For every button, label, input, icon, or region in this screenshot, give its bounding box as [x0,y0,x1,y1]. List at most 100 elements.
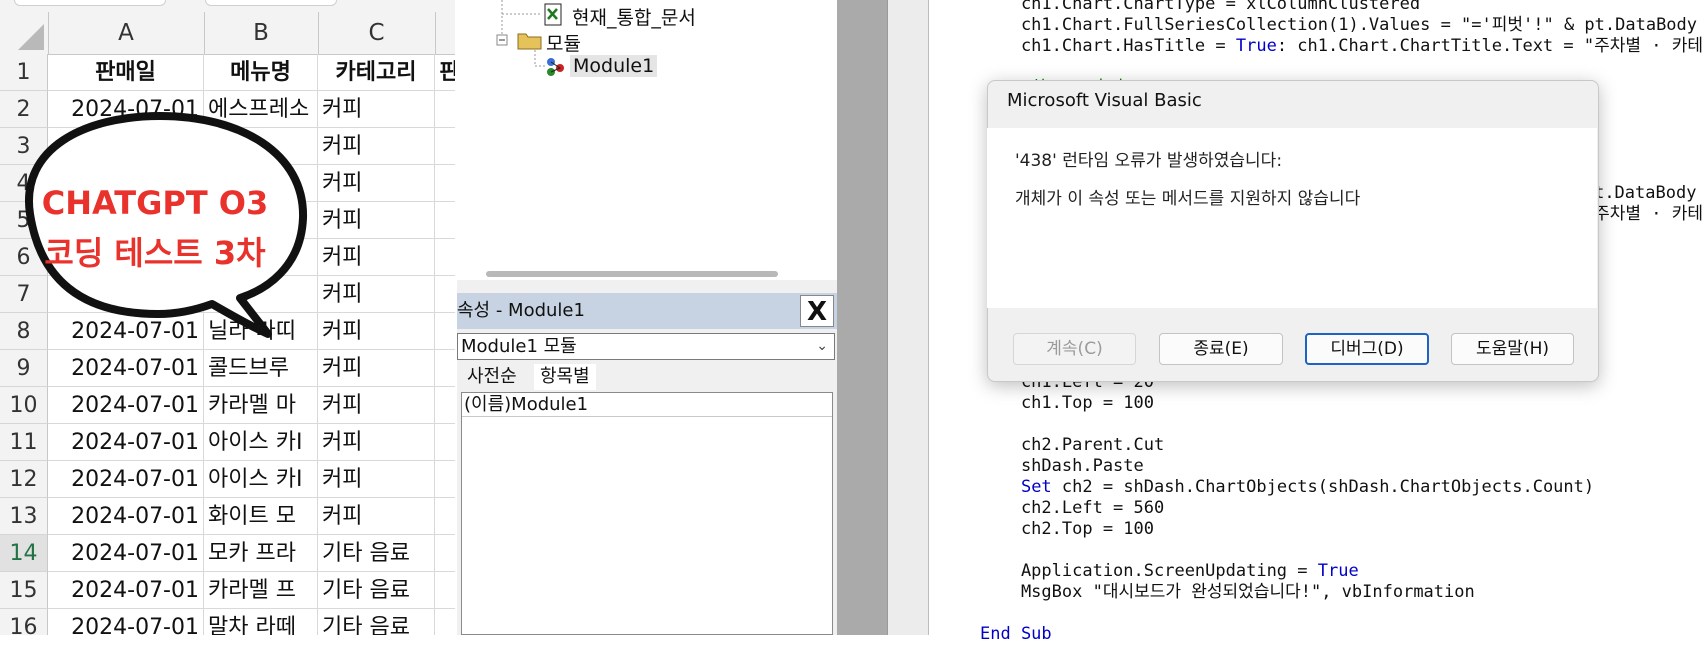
property-name: (이름) [464,394,512,415]
header-cell[interactable]: 카테고리 [318,54,435,91]
code-line[interactable]: ch2.Top = 100 [980,519,1154,540]
table-cell[interactable]: 2024-07-01 [48,609,204,635]
table-cell[interactable] [435,609,455,635]
panel-splitter[interactable] [457,280,837,294]
table-cell[interactable]: 기타 음료 [318,572,435,609]
table-cell[interactable]: 커피 [318,424,435,461]
table-cell[interactable]: 2024-07-01 [48,350,204,387]
table-cell[interactable]: 커피 [318,276,435,313]
table-cell[interactable]: 커피 [318,387,435,424]
object-dropdown-value: Module1 모듈 [461,336,577,357]
speech-bubble: CHATGPT O3 코딩 테스트 3차 [0,108,320,348]
code-line[interactable]: Application.ScreenUpdating = True [980,561,1359,582]
close-icon[interactable]: X [800,295,834,327]
tree-item-module1[interactable]: Module1 [570,55,658,77]
code-line[interactable]: ch2.Left = 560 [980,498,1164,519]
table-cell[interactable] [435,313,455,350]
table-cell[interactable]: 커피 [318,461,435,498]
property-value[interactable]: Module1 [511,394,588,415]
code-line[interactable]: MsgBox "대시보드가 완성되었습니다!", vbInformation [980,582,1475,603]
code-line[interactable]: Set ch2 = shDash.ChartObjects(shDash.Cha… [980,477,1594,498]
name-box[interactable] [14,0,166,6]
table-cell[interactable] [435,202,455,239]
code-line[interactable]: ch1.Chart.ChartType = xlColumnClustered [980,0,1420,15]
tree-item-modules[interactable]: 모듈 [546,29,581,56]
help-button[interactable]: 도움말(H) [1451,333,1574,365]
table-cell[interactable] [435,424,455,461]
project-explorer [457,0,837,295]
table-cell[interactable]: 커피 [318,91,435,128]
tab-categorized[interactable]: 항목별 [534,364,596,390]
select-all-corner[interactable] [0,12,49,54]
table-cell[interactable]: 화이트 모 [204,498,318,535]
table-cell[interactable] [435,276,455,313]
code-line[interactable]: ch1.Chart.FullSeriesCollection(1).Values… [980,15,1697,36]
table-cell[interactable]: 커피 [318,202,435,239]
table-cell[interactable] [435,91,455,128]
code-line[interactable]: ch1.Top = 100 [980,393,1154,414]
project-horizontal-scrollbar[interactable] [486,271,778,277]
formula-bar-strip [0,0,455,12]
table-cell[interactable]: 2024-07-01 [48,535,204,572]
table-cell[interactable]: 모카 프라 [204,535,318,572]
header-cell[interactable]: 메뉴명 [204,54,318,91]
property-row-name[interactable]: (이름)Module1 [462,393,832,417]
code-line[interactable]: ch2.Parent.Cut [980,435,1164,456]
table-cell[interactable]: 2024-07-01 [48,424,204,461]
row-header[interactable]: 11 [0,424,48,461]
row-header[interactable]: 15 [0,572,48,609]
column-header-b[interactable]: B [204,12,319,54]
table-cell[interactable]: 커피 [318,128,435,165]
row-header[interactable]: 10 [0,387,48,424]
table-cell[interactable]: 2024-07-01 [48,572,204,609]
row-header[interactable]: 1 [0,54,48,91]
code-line[interactable]: shDash.Paste [980,456,1144,477]
row-header[interactable]: 9 [0,350,48,387]
table-cell[interactable]: 커피 [318,313,435,350]
table-cell[interactable]: 2024-07-01 [48,461,204,498]
table-cell[interactable]: 아이스 카I [204,461,318,498]
row-header[interactable]: 12 [0,461,48,498]
table-cell[interactable]: 콜드브루 [204,350,318,387]
table-cell[interactable]: 카라멜 프 [204,572,318,609]
continue-button[interactable]: 계속(C) [1013,333,1136,365]
bubble-line-1: CHATGPT O3 [41,184,269,222]
table-cell[interactable]: 기타 음료 [318,535,435,572]
table-cell[interactable]: 커피 [318,350,435,387]
header-cell[interactable]: 판 [435,54,455,91]
table-cell[interactable]: 말차 라떼 [204,609,318,635]
table-cell[interactable]: 아이스 카I [204,424,318,461]
table-cell[interactable] [435,128,455,165]
properties-title: 속성 - Module1 [457,300,585,321]
header-cell[interactable]: 판매일 [48,54,204,91]
table-cell[interactable] [435,239,455,276]
table-cell[interactable] [435,535,455,572]
table-cell[interactable]: 커피 [318,498,435,535]
table-cell[interactable] [435,498,455,535]
property-grid: (이름)Module1 [461,392,833,635]
end-button[interactable]: 종료(E) [1159,333,1283,365]
row-header[interactable]: 14 [0,535,48,572]
table-cell[interactable]: 카라멜 마 [204,387,318,424]
row-header[interactable]: 16 [0,609,48,635]
table-cell[interactable] [435,350,455,387]
column-header-c[interactable]: C [318,12,436,54]
table-cell[interactable]: 커피 [318,165,435,202]
table-cell[interactable] [435,387,455,424]
table-cell[interactable]: 기타 음료 [318,609,435,635]
table-cell[interactable] [435,461,455,498]
object-dropdown[interactable]: Module1 모듈 ⌄ [457,333,835,360]
tab-alphabetic[interactable]: 사전순 [461,364,523,390]
table-cell[interactable]: 2024-07-01 [48,498,204,535]
tree-item-workbook[interactable]: 현재_통합_문서 [572,3,696,30]
code-line[interactable]: ch1.Chart.HasTitle = True: ch1.Chart.Cha… [980,36,1703,57]
table-cell[interactable]: 2024-07-01 [48,387,204,424]
module-icon [543,54,569,82]
table-cell[interactable] [435,165,455,202]
debug-button[interactable]: 디버그(D) [1305,333,1429,365]
column-header-a[interactable]: A [48,12,205,54]
row-header[interactable]: 13 [0,498,48,535]
table-cell[interactable] [435,572,455,609]
table-cell[interactable]: 커피 [318,239,435,276]
formula-button[interactable] [205,0,337,6]
